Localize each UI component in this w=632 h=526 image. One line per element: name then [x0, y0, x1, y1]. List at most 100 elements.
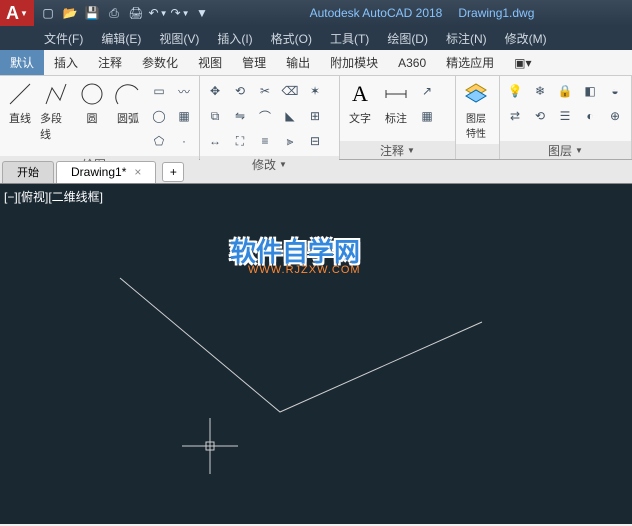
file-tab-start[interactable]: 开始	[2, 161, 54, 183]
table-icon[interactable]: ▦	[416, 105, 438, 127]
stretch-icon[interactable]: ↔	[204, 130, 226, 152]
panel-annotate: A 文字 标注 ↗ ▦ 注释▼	[340, 76, 456, 159]
menu-file[interactable]: 文件(F)	[36, 28, 91, 49]
open-icon[interactable]: 📂	[60, 3, 80, 23]
panel-annotate-title[interactable]: 注释▼	[340, 141, 455, 159]
copy-icon[interactable]: ⧉	[204, 105, 226, 127]
redo-icon[interactable]: ↷▼	[170, 3, 190, 23]
scale-icon[interactable]: ⛶	[229, 130, 251, 152]
explode-icon[interactable]: ✶	[304, 80, 326, 102]
menu-insert[interactable]: 插入(I)	[209, 28, 260, 49]
mirror-icon[interactable]: ⇋	[229, 105, 251, 127]
ribbon-tab-view[interactable]: 视图	[188, 50, 232, 75]
drawing-canvas[interactable]: [−][俯视][二维线框] 软件自学网 WWW.RJZXW.COM	[0, 184, 632, 524]
chevron-down-icon: ▼	[407, 146, 415, 155]
layers-icon	[462, 80, 490, 108]
menu-draw[interactable]: 绘图(D)	[379, 28, 436, 49]
layer-props-button[interactable]: 图层 特性	[460, 80, 492, 140]
app-logo[interactable]: A▼	[0, 0, 34, 26]
ribbon-tab-insert[interactable]: 插入	[44, 50, 88, 75]
ribbon-tab-annotate[interactable]: 注释	[88, 50, 132, 75]
menu-view[interactable]: 视图(V)	[151, 28, 207, 49]
ribbon-tab-featured[interactable]: 精选应用	[436, 50, 504, 75]
ribbon-tab-addins[interactable]: 附加模块	[320, 50, 388, 75]
ribbon-tab-output[interactable]: 输出	[276, 50, 320, 75]
panel-layers-extra: 💡 ❄ 🔒 ◧ ◒ ⇄ ⟲ ☰ ◐ ⊕ 图层▼	[500, 76, 632, 159]
ellipse-icon[interactable]: ◯	[148, 105, 170, 127]
print-icon[interactable]: 🖨	[126, 3, 146, 23]
saveas-icon[interactable]: ⎙	[104, 3, 124, 23]
menu-tools[interactable]: 工具(T)	[322, 28, 377, 49]
app-name: Autodesk AutoCAD 2018	[310, 6, 443, 20]
ribbon: 直线 多段线 圆 圆弧 ▭ 〰 ◯ ▦ ⬠ · 绘图▼ ✥ ⟲ ✂ ⌫ ✶ ⧉	[0, 76, 632, 160]
ribbon-tab-default[interactable]: 默认	[0, 50, 44, 75]
leader-icon[interactable]: ↗	[416, 80, 438, 102]
layer-freeze-icon[interactable]: ❄	[529, 80, 551, 102]
polyline-label: 多段线	[40, 110, 72, 142]
text-icon: A	[346, 80, 374, 108]
line-button[interactable]: 直线	[4, 80, 36, 126]
panel-layers: 图层 特性	[456, 76, 500, 159]
trim-icon[interactable]: ✂	[254, 80, 276, 102]
layer-iso-icon[interactable]: ◒	[604, 80, 626, 102]
ribbon-tab-parametric[interactable]: 参数化	[132, 50, 188, 75]
spline-icon[interactable]: 〰	[173, 80, 195, 102]
save-icon[interactable]: 💾	[82, 3, 102, 23]
file-name: Drawing1.dwg	[458, 6, 534, 20]
ribbon-tab-more-icon[interactable]: ▣▾	[504, 50, 541, 75]
layer-state-icon[interactable]: ☰	[554, 105, 576, 127]
panel-modify: ✥ ⟲ ✂ ⌫ ✶ ⧉ ⇋ ⌒ ◣ ⊞ ↔ ⛶ ≡ ⫸ ⊟ 修改▼	[200, 76, 340, 159]
close-icon[interactable]: ×	[134, 165, 141, 179]
align-icon[interactable]: ⫸	[279, 130, 301, 152]
chamfer-icon[interactable]: ◣	[279, 105, 301, 127]
panel-layers-title[interactable]	[456, 144, 499, 159]
menu-dimension[interactable]: 标注(N)	[438, 28, 495, 49]
undo-icon[interactable]: ↶▼	[148, 3, 168, 23]
file-tab-current[interactable]: Drawing1* ×	[56, 161, 156, 183]
title-bar: A▼ ▢ 📂 💾 ⎙ 🖨 ↶▼ ↷▼ ▼ Autodesk AutoCAD 20…	[0, 0, 632, 26]
point-icon[interactable]: ·	[173, 130, 195, 152]
text-button[interactable]: A 文字	[344, 80, 376, 126]
layer-match-icon[interactable]: ⇄	[504, 105, 526, 127]
move-icon[interactable]: ✥	[204, 80, 226, 102]
arc-icon	[114, 80, 142, 108]
dimension-button[interactable]: 标注	[380, 80, 412, 126]
erase-icon[interactable]: ⌫	[279, 80, 301, 102]
panel-layers-extra-title[interactable]: 图层▼	[500, 141, 631, 159]
fillet-icon[interactable]: ⌒	[254, 105, 276, 127]
array-icon[interactable]: ⊞	[304, 105, 326, 127]
draw-small-tools: ▭ 〰 ◯ ▦ ⬠ ·	[148, 80, 195, 152]
menu-format[interactable]: 格式(O)	[263, 28, 320, 49]
rotate-icon[interactable]: ⟲	[229, 80, 251, 102]
layer-merge-icon[interactable]: ⊕	[604, 105, 626, 127]
rect-icon[interactable]: ▭	[148, 80, 170, 102]
arc-button[interactable]: 圆弧	[112, 80, 144, 126]
panel-modify-title[interactable]: 修改▼	[200, 156, 339, 173]
new-icon[interactable]: ▢	[38, 3, 58, 23]
text-label: 文字	[349, 110, 371, 126]
circle-icon	[78, 80, 106, 108]
watermark-sub: WWW.RJZXW.COM	[248, 264, 361, 276]
menu-edit[interactable]: 编辑(E)	[93, 28, 149, 49]
menu-modify[interactable]: 修改(M)	[497, 28, 555, 49]
layer-on-icon[interactable]: 💡	[504, 80, 526, 102]
ribbon-tab-manage[interactable]: 管理	[232, 50, 276, 75]
circle-button[interactable]: 圆	[76, 80, 108, 126]
quick-access-toolbar: ▢ 📂 💾 ⎙ 🖨 ↶▼ ↷▼ ▼	[38, 3, 212, 23]
ribbon-tab-a360[interactable]: A360	[388, 50, 436, 75]
layer-props-label: 图层 特性	[466, 110, 486, 140]
arc-label: 圆弧	[117, 110, 139, 126]
layer-color-icon[interactable]: ◧	[579, 80, 601, 102]
break-icon[interactable]: ⊟	[304, 130, 326, 152]
polyline-button[interactable]: 多段线	[40, 80, 72, 142]
layer-prev-icon[interactable]: ⟲	[529, 105, 551, 127]
window-title: Autodesk AutoCAD 2018 Drawing1.dwg	[212, 6, 632, 20]
offset-icon[interactable]: ≡	[254, 130, 276, 152]
layer-lock-icon[interactable]: 🔒	[554, 80, 576, 102]
polygon-icon[interactable]: ⬠	[148, 130, 170, 152]
chevron-down-icon: ▼	[575, 146, 583, 155]
add-tab-button[interactable]: +	[162, 162, 184, 182]
chevron-down-icon[interactable]: ▼	[192, 3, 212, 23]
layer-walk-icon[interactable]: ◐	[579, 105, 601, 127]
hatch-icon[interactable]: ▦	[173, 105, 195, 127]
